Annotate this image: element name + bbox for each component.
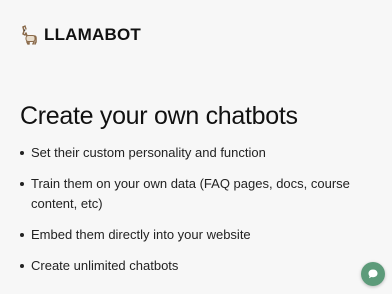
feature-text: Train them on your own data (FAQ pages, … (31, 176, 350, 211)
llama-icon (20, 25, 38, 45)
page-headline: Create your own chatbots (20, 102, 298, 130)
feature-item: Train them on your own data (FAQ pages, … (20, 174, 380, 214)
chat-widget-button[interactable] (361, 262, 385, 286)
feature-text: Create unlimited chatbots (31, 258, 179, 273)
feature-item: Create unlimited chatbots (20, 256, 380, 276)
bullet-icon (20, 264, 24, 268)
brand-logo[interactable]: LLAMABOT (20, 25, 141, 45)
feature-text: Embed them directly into your website (31, 227, 251, 242)
feature-text: Set their custom personality and functio… (31, 145, 266, 160)
feature-item: Set their custom personality and functio… (20, 143, 380, 163)
chat-bubble-icon (368, 269, 378, 279)
feature-list: Set their custom personality and functio… (20, 143, 380, 287)
bullet-icon (20, 182, 24, 186)
feature-item: Embed them directly into your website (20, 225, 380, 245)
brand-name: LLAMABOT (44, 25, 141, 44)
bullet-icon (20, 233, 24, 237)
bullet-icon (20, 151, 24, 155)
landing-page: LLAMABOT Create your own chatbots Set th… (0, 0, 392, 294)
